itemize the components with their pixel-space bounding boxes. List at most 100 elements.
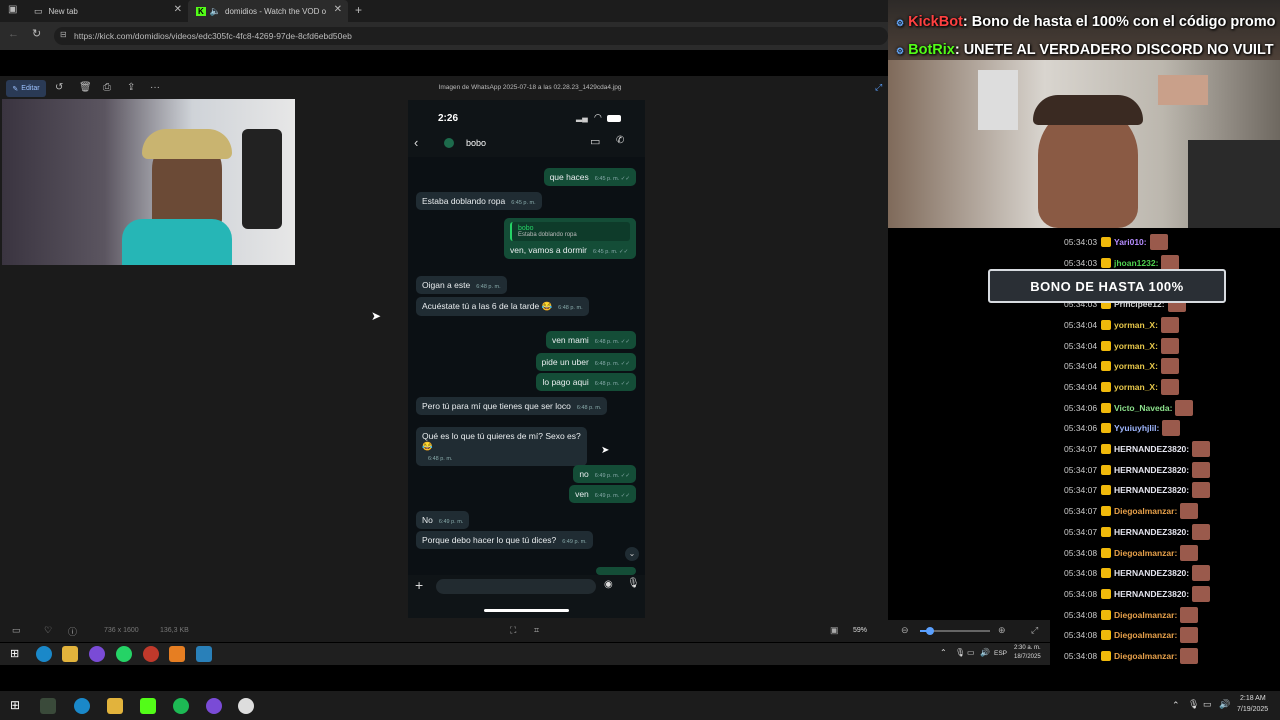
volume-icon[interactable]: 🔊 bbox=[980, 648, 990, 657]
chat-username[interactable]: HERNANDEZ3820: bbox=[1114, 589, 1189, 599]
chat-message[interactable]: 05:34:08 HERNANDEZ3820: bbox=[1064, 585, 1211, 603]
outgoing-message[interactable]: ven mami 6:48 p. m. ✓✓ bbox=[545, 331, 636, 349]
app-icon[interactable] bbox=[238, 698, 254, 714]
chat-username[interactable]: yorman_X: bbox=[1114, 341, 1158, 351]
app-icon[interactable] bbox=[196, 646, 212, 662]
volume-icon[interactable]: 🔊 bbox=[1219, 699, 1230, 710]
chat-username[interactable]: Yyuiuyhjlil: bbox=[1114, 423, 1159, 433]
zoom-level[interactable]: 59% bbox=[853, 627, 867, 634]
chat-message[interactable]: 05:34:08 Diegoalmanzar: bbox=[1064, 606, 1199, 624]
incoming-message[interactable]: Pero tú para mí que tienes que ser loco 6… bbox=[416, 397, 608, 415]
refresh-icon[interactable]: ↻ bbox=[32, 27, 41, 40]
edge-icon[interactable] bbox=[74, 698, 90, 714]
phone-call-icon[interactable]: ✆ bbox=[616, 135, 624, 146]
chat-message[interactable]: 05:34:06 Yyuiuyhjlil: bbox=[1064, 419, 1181, 437]
inner-clock-time[interactable]: 2:30 a. m. bbox=[1014, 645, 1041, 651]
chat-message[interactable]: 05:34:08 HERNANDEZ3820: bbox=[1064, 564, 1211, 582]
chat-username[interactable]: Diegoalmanzar: bbox=[1114, 630, 1177, 640]
zoom-slider-thumb[interactable] bbox=[926, 627, 934, 635]
app-icon[interactable] bbox=[143, 646, 159, 662]
outgoing-message[interactable]: lo pago aqui 6:48 p. m. ✓✓ bbox=[536, 373, 636, 391]
more-icon[interactable]: ··· bbox=[150, 82, 160, 93]
zoom-in-icon[interactable]: ⊕ bbox=[998, 625, 1006, 636]
edge-icon[interactable] bbox=[36, 646, 52, 662]
start-icon[interactable]: ⊞ bbox=[10, 698, 20, 712]
outer-clock-date[interactable]: 7/19/2025 bbox=[1237, 706, 1268, 713]
message-input[interactable] bbox=[436, 579, 596, 594]
crop-icon[interactable]: ⌗ bbox=[534, 625, 539, 636]
file-explorer-icon[interactable] bbox=[62, 646, 78, 662]
chat-username[interactable]: yorman_X: bbox=[1114, 361, 1158, 371]
expand-icon[interactable]: ⤢ bbox=[875, 82, 882, 93]
chat-username[interactable]: HERNANDEZ3820: bbox=[1114, 485, 1189, 495]
chat-message[interactable]: 05:34:07 HERNANDEZ3820: bbox=[1064, 481, 1211, 499]
mic-tray-icon[interactable]: 🎙 bbox=[955, 648, 965, 657]
delete-icon[interactable]: 🗑 bbox=[79, 82, 92, 93]
outgoing-message[interactable]: bobo Estaba doblando ropa ven, vamos a dor… bbox=[504, 218, 636, 259]
chat-message[interactable]: 05:34:07 Diegoalmanzar: bbox=[1064, 502, 1199, 520]
chat-username[interactable]: jhoan1232: bbox=[1114, 258, 1158, 268]
outer-clock-time[interactable]: 2:18 AM bbox=[1240, 695, 1266, 702]
chat-username[interactable]: HERNANDEZ3820: bbox=[1114, 568, 1189, 578]
incoming-message[interactable]: Porque debo hacer lo que tú dices? 6:49 p… bbox=[416, 531, 593, 549]
new-tab-button[interactable]: + bbox=[355, 3, 362, 17]
contact-name[interactable]: bobo bbox=[466, 138, 486, 148]
outgoing-message[interactable]: pide un uber 6:48 p. m. ✓✓ bbox=[535, 353, 636, 371]
info-icon[interactable]: ⓘ bbox=[68, 625, 77, 638]
outgoing-message[interactable]: no 6:49 p. m. ✓✓ bbox=[573, 465, 636, 483]
filmstrip-icon[interactable]: ▭ bbox=[12, 625, 21, 636]
chat-username[interactable]: HERNANDEZ3820: bbox=[1114, 465, 1189, 475]
mic-icon[interactable]: 🎙 bbox=[627, 578, 640, 589]
language-indicator[interactable]: ESP bbox=[994, 650, 1007, 657]
file-explorer-icon[interactable] bbox=[107, 698, 123, 714]
incoming-message[interactable]: Qué es lo que tú quieres de mí? Sexo es?… bbox=[416, 427, 587, 466]
speaker-icon[interactable]: 🔈 bbox=[210, 6, 221, 17]
incoming-message[interactable]: No 6:49 p. m. bbox=[416, 511, 470, 529]
back-icon[interactable]: ← bbox=[8, 28, 19, 40]
chat-message[interactable]: 05:34:07 HERNANDEZ3820: bbox=[1064, 523, 1211, 541]
url-input[interactable]: ⊟ https://kick.com/domidios/videos/edc30… bbox=[54, 27, 888, 45]
tab-new-tab[interactable]: ▭ New tab ✕ bbox=[26, 0, 188, 22]
chat-username[interactable]: HERNANDEZ3820: bbox=[1114, 444, 1189, 454]
back-arrow-icon[interactable]: ‹ bbox=[414, 135, 418, 150]
incoming-message[interactable]: Acuéstate tú a las 6 de la tarde 😂 6:48 p… bbox=[416, 297, 589, 316]
network-icon[interactable]: ▭ bbox=[1203, 699, 1212, 710]
app-icon[interactable] bbox=[89, 646, 105, 662]
whatsapp-icon[interactable] bbox=[116, 646, 132, 662]
plus-icon[interactable]: + bbox=[415, 577, 423, 593]
chat-username[interactable]: yorman_X: bbox=[1114, 320, 1158, 330]
chat-username[interactable]: Victo_Naveda: bbox=[1114, 403, 1172, 413]
chat-message[interactable]: 05:34:08 Diegoalmanzar: bbox=[1064, 647, 1199, 665]
rotate-icon[interactable]: ↺ bbox=[55, 82, 63, 93]
chat-message[interactable]: 05:34:08 Diegoalmanzar: bbox=[1064, 626, 1199, 644]
terminal-icon[interactable] bbox=[40, 698, 56, 714]
avatar[interactable] bbox=[444, 138, 454, 148]
chat-message[interactable]: 05:34:08 Diegoalmanzar: bbox=[1064, 544, 1199, 562]
app-icon[interactable] bbox=[169, 646, 185, 662]
video-call-icon[interactable]: ▭ bbox=[590, 135, 600, 148]
close-icon[interactable]: ✕ bbox=[174, 4, 182, 15]
kick-icon[interactable] bbox=[140, 698, 156, 714]
start-icon[interactable]: ⊞ bbox=[10, 647, 19, 660]
print-icon[interactable]: ⎙ bbox=[103, 82, 111, 93]
chat-message[interactable]: 05:34:04 yorman_X: bbox=[1064, 316, 1179, 334]
camera-icon[interactable]: ◉ bbox=[604, 579, 613, 590]
incoming-message[interactable]: Oigan a este 6:48 p. m. bbox=[416, 276, 507, 294]
scroll-down-icon[interactable]: ⌄ bbox=[625, 547, 639, 561]
chat-message[interactable]: 05:34:03 Yari010: bbox=[1064, 233, 1168, 251]
tray-chevron-icon[interactable]: ⌃ bbox=[1172, 700, 1180, 711]
outgoing-message[interactable] bbox=[596, 567, 636, 575]
chat-message[interactable]: 05:34:06 Victo_Naveda: bbox=[1064, 399, 1194, 417]
chat-username[interactable]: Diegoalmanzar: bbox=[1114, 610, 1177, 620]
outgoing-message[interactable]: ven 6:49 p. m. ✓✓ bbox=[569, 485, 636, 503]
chat-message[interactable]: 05:34:07 HERNANDEZ3820: bbox=[1064, 461, 1211, 479]
chat-message[interactable]: 05:34:07 HERNANDEZ3820: bbox=[1064, 440, 1211, 458]
fit-icon[interactable]: ⛶ bbox=[510, 625, 516, 636]
inner-clock-date[interactable]: 18/7/2025 bbox=[1014, 654, 1041, 660]
share-icon[interactable]: ⇪ bbox=[127, 82, 135, 93]
chat-username[interactable]: HERNANDEZ3820: bbox=[1114, 527, 1189, 537]
fullscreen-icon[interactable]: ⤢ bbox=[1031, 625, 1038, 636]
tab-actions-icon[interactable]: ▣ bbox=[8, 4, 17, 15]
chat-username[interactable]: Diegoalmanzar: bbox=[1114, 651, 1177, 661]
zoom-slider[interactable] bbox=[920, 627, 990, 635]
